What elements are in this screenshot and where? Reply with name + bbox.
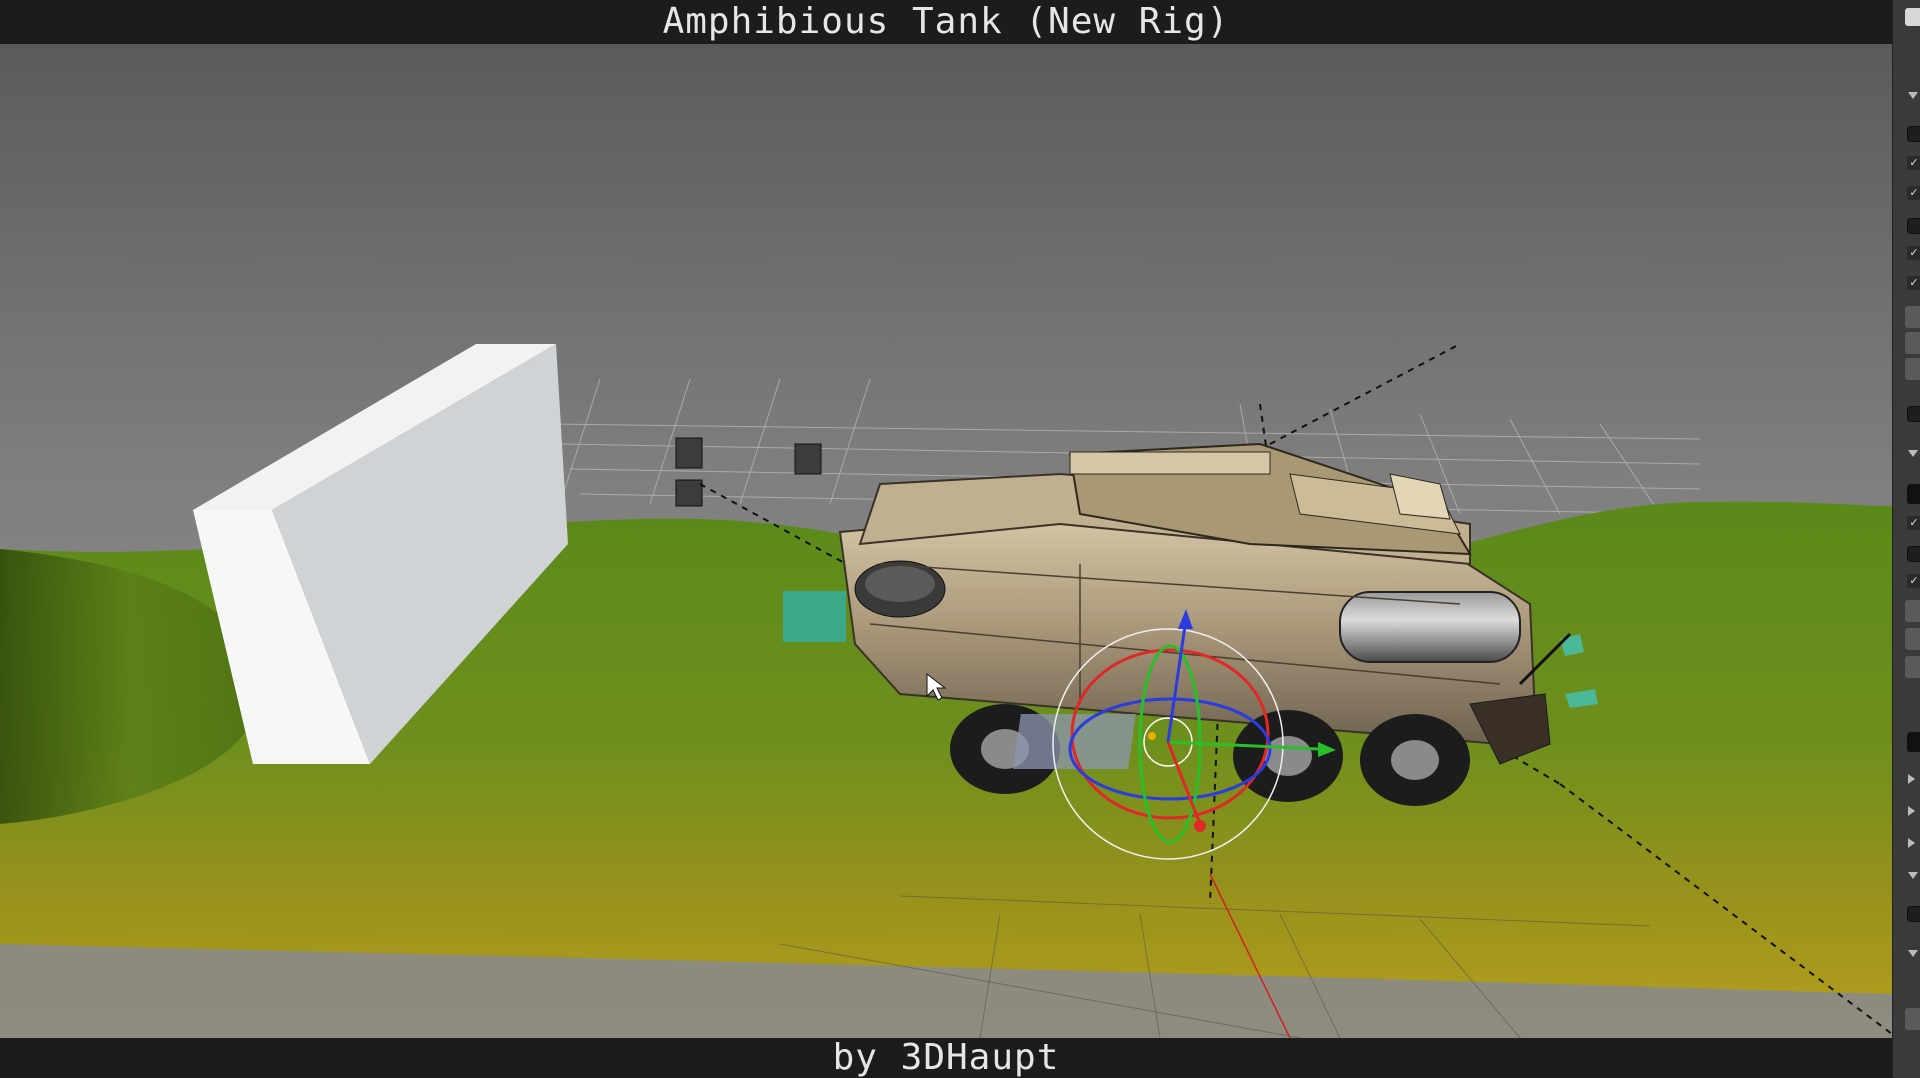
panel-control[interactable]	[1907, 546, 1920, 562]
tank-wheel	[1360, 714, 1470, 806]
checkbox-checked[interactable]: ✓	[1907, 574, 1920, 588]
value-slider[interactable]	[1905, 1008, 1920, 1030]
value-slider[interactable]	[1905, 600, 1920, 622]
viewport-scene[interactable]	[0, 44, 1892, 1038]
video-credit: by 3DHaupt	[0, 1038, 1892, 1078]
chevron-down-icon[interactable]	[1908, 450, 1918, 457]
value-slider[interactable]	[1905, 628, 1920, 650]
chevron-down-icon[interactable]	[1908, 950, 1918, 957]
chevron-right-icon[interactable]	[1908, 774, 1915, 784]
value-slider[interactable]	[1905, 656, 1920, 678]
control-empty-cube	[794, 443, 822, 475]
checkbox-checked[interactable]: ✓	[1907, 246, 1920, 260]
checkbox-checked[interactable]: ✓	[1907, 156, 1920, 170]
panel-control[interactable]	[1907, 906, 1920, 922]
panel-control[interactable]	[1907, 406, 1920, 422]
checkbox-checked[interactable]: ✓	[1907, 276, 1920, 290]
chevron-right-icon[interactable]	[1908, 838, 1915, 848]
control-empty-cube	[675, 437, 703, 469]
properties-panel-collapsed[interactable]: ✓ ✓ ✓ ✓ ✓ ✓	[1892, 0, 1920, 1078]
chevron-down-icon[interactable]	[1908, 92, 1918, 99]
panel-control[interactable]	[1907, 126, 1920, 142]
video-title: Amphibious Tank (New Rig)	[0, 0, 1892, 44]
chevron-right-icon[interactable]	[1908, 806, 1915, 816]
chevron-down-icon[interactable]	[1908, 872, 1918, 879]
value-slider[interactable]	[1905, 332, 1920, 354]
3d-viewport[interactable]	[0, 44, 1892, 1038]
value-slider[interactable]	[1905, 306, 1920, 328]
control-empty-cube	[675, 479, 703, 507]
checkbox-checked[interactable]: ✓	[1907, 516, 1920, 530]
tank-wheel	[1233, 710, 1343, 802]
checkbox-checked[interactable]: ✓	[1907, 186, 1920, 200]
helper-block-green	[783, 591, 846, 642]
dropdown-field[interactable]	[1907, 732, 1920, 752]
panel-control[interactable]	[1907, 218, 1920, 234]
dropdown-field[interactable]	[1907, 484, 1920, 504]
panel-toggle[interactable]	[1905, 8, 1920, 26]
value-slider[interactable]	[1905, 358, 1920, 380]
